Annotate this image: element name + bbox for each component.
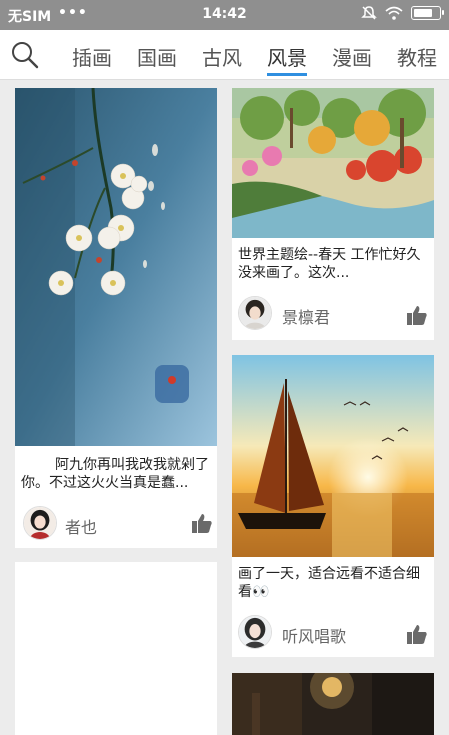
artwork-card[interactable]: 画了一天，适合远看不适合细看👀 听风唱歌 <box>232 355 434 657</box>
tab-chinese-painting[interactable]: 国画 <box>137 42 177 71</box>
artwork-card[interactable]: 阿九你再叫我改我就剁了你。不过这火火当真是蠢... 者也 <box>15 88 217 548</box>
author-name[interactable]: 者也 <box>65 514 97 538</box>
artwork-title: 画了一天，适合远看不适合细看👀 <box>238 566 420 600</box>
mute-bell-icon <box>361 6 377 20</box>
tab-ancient-style[interactable]: 古风 <box>202 42 242 71</box>
tab-tutorial[interactable]: 教程 <box>397 42 437 71</box>
artwork-title: 阿九你再叫我改我就剁了你。不过这火火当真是蠢... <box>21 457 209 491</box>
thumbs-up-icon[interactable] <box>406 623 428 645</box>
artwork-image[interactable] <box>15 88 217 446</box>
avatar[interactable] <box>238 615 272 649</box>
artwork-title: 世界主题绘--春天 工作忙好久没来画了。这次... <box>238 247 421 281</box>
author-name[interactable]: 景檩君 <box>282 304 330 328</box>
search-icon[interactable] <box>10 40 40 70</box>
tab-comics[interactable]: 漫画 <box>332 42 372 71</box>
tab-landscape[interactable]: 风景 <box>267 42 307 71</box>
tab-illustration[interactable]: 插画 <box>72 42 112 71</box>
artwork-card[interactable]: 世界主题绘--春天 工作忙好久没来画了。这次... 景檩君 <box>232 88 434 340</box>
artwork-card[interactable] <box>15 562 217 735</box>
thumbs-up-icon[interactable] <box>191 512 213 534</box>
avatar[interactable] <box>238 296 272 330</box>
battery-icon <box>411 6 444 20</box>
author-name[interactable]: 听风唱歌 <box>282 623 346 647</box>
avatar[interactable] <box>23 506 57 540</box>
artwork-card[interactable] <box>232 673 434 735</box>
status-bar: 无SIM ••• 14:42 <box>0 0 449 30</box>
active-tab-indicator <box>267 73 307 76</box>
category-nav: 插画 国画 古风 风景 漫画 教程 <box>0 30 449 80</box>
artwork-image[interactable] <box>232 88 434 238</box>
artwork-image[interactable] <box>232 355 434 557</box>
artwork-image[interactable] <box>232 673 434 735</box>
wifi-icon <box>385 6 403 20</box>
thumbs-up-icon[interactable] <box>406 304 428 326</box>
